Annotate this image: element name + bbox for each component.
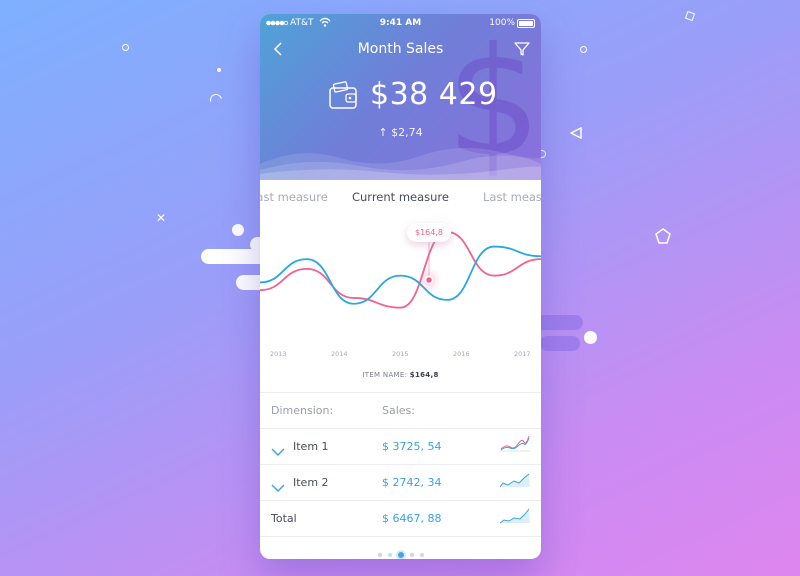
decor-pentagon [655,228,671,244]
decor-dot [580,46,587,53]
decor-dot [122,44,129,51]
sales-line-chart[interactable] [260,214,541,364]
header-panel: $ AT&T 9:41 AM 100% Month Sales $38 429 … [260,14,541,180]
page-dot[interactable] [409,552,414,557]
row-label-item-1[interactable]: Item 1 [293,440,329,453]
decor-cross: ✕ [156,211,167,225]
chart-caption: ITEM NAME: $164,8 [260,371,541,379]
chart-caption-value: $164,8 [409,371,439,379]
decor-triangle [569,124,582,140]
battery-percent: 100% [489,18,515,28]
x-tick-label: 2014 [331,350,348,358]
page-dot[interactable] [387,552,392,557]
header-waves [260,147,541,180]
page-dot[interactable] [397,551,404,558]
sparkline-item-1 [500,435,530,452]
decor-dot [584,331,597,344]
x-tick-label: 2017 [514,350,531,358]
chart-series-line-1 [260,231,541,309]
divider [260,428,541,429]
row-value-item-2: $ 2742, 34 [382,476,442,489]
chevron-down-icon[interactable] [271,478,285,492]
decor-arc [207,91,225,109]
row-value-item-1: $ 3725, 54 [382,440,442,453]
decor-dot [217,68,221,72]
x-tick-label: 2015 [392,350,409,358]
filter-icon[interactable] [513,40,531,58]
decor-square [684,10,696,22]
row-label-item-2[interactable]: Item 2 [293,476,329,489]
wallet-icon [328,80,360,112]
divider [260,500,541,501]
sparkline-item-2 [500,473,530,488]
tab-last-measure-next[interactable]: Last measure [483,190,541,204]
divider [260,536,541,537]
row-value-total: $ 6467, 88 [382,512,442,525]
column-header-dimension: Dimension: [271,404,334,417]
chart-marker-point[interactable] [424,275,434,285]
divider [260,464,541,465]
page-dot[interactable] [377,552,382,557]
row-label-total: Total [271,512,297,525]
phone-screen: $ AT&T 9:41 AM 100% Month Sales $38 429 … [260,14,541,559]
decor-dot [232,224,244,236]
page-indicator[interactable] [260,544,541,559]
chart-caption-label: ITEM NAME: [362,371,408,379]
column-header-sales: Sales: [382,404,415,417]
page-title: Month Sales [357,41,444,57]
chart-tooltip: $164,8 [407,223,451,242]
page-dot[interactable] [419,552,424,557]
chevron-down-icon[interactable] [271,442,285,456]
decor-pill [540,336,580,351]
divider [260,392,541,393]
sparkline-total [500,508,530,524]
x-tick-label: 2016 [453,350,470,358]
measure-tabs: Last measure Current measure Last measur… [260,190,541,212]
x-tick-label: 2013 [270,350,287,358]
battery-icon [517,19,535,28]
status-bar: AT&T 9:41 AM 100% [260,16,541,32]
total-amount: $38 429 [370,77,498,112]
